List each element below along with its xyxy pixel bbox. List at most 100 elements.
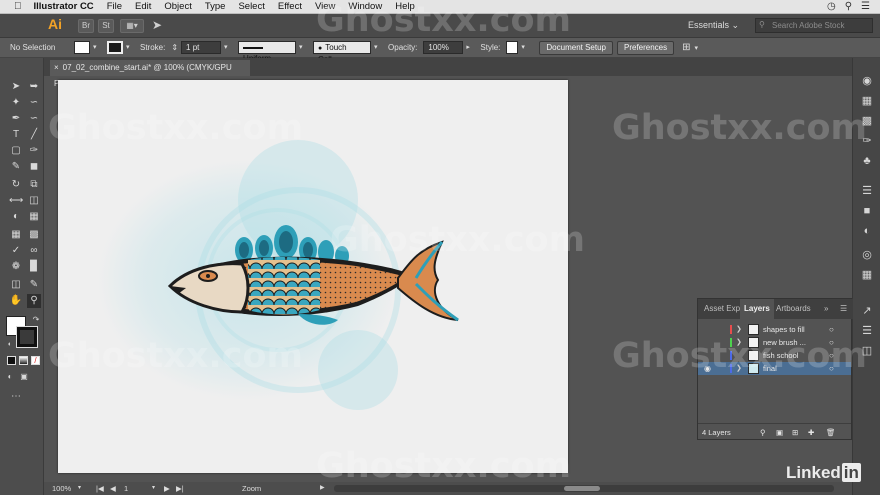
stroke-weight-field[interactable]: 1 pt — [181, 41, 222, 54]
gradient-mode-icon[interactable] — [19, 356, 28, 365]
target-icon[interactable]: ○ — [829, 323, 834, 336]
scrollbar-thumb[interactable] — [564, 486, 600, 491]
graphic-styles-icon[interactable]: ▦ — [860, 268, 874, 282]
selection-tool-icon[interactable]: ➤ — [9, 80, 23, 94]
edit-toolbar-icon[interactable]: ⋯ — [9, 390, 23, 404]
symbol-sprayer-icon[interactable]: ❁ — [9, 260, 23, 274]
menu-edit[interactable]: Edit — [135, 1, 151, 12]
color-guide-icon[interactable]: ◉ — [860, 74, 874, 88]
layer-row[interactable]: ❯ shapes to fill ○ — [698, 323, 851, 336]
scale-tool-icon[interactable]: ⧉ — [27, 178, 41, 192]
zoom-dropdown-icon[interactable]: ▾ — [78, 482, 81, 495]
document-setup-button[interactable]: Document Setup — [539, 40, 613, 55]
new-sublayer-icon[interactable]: ⊞ — [792, 424, 798, 441]
default-colors-icon[interactable]: ◐ — [3, 338, 17, 352]
none-mode-icon[interactable]: / — [31, 356, 40, 365]
paintbrush-icon[interactable]: ✑ — [27, 144, 41, 158]
menu-type[interactable]: Type — [205, 1, 226, 12]
bridge-button[interactable]: Br — [78, 19, 94, 33]
stroke-dropdown[interactable]: ▾ — [126, 41, 134, 54]
fill-dropdown[interactable]: ▾ — [93, 41, 101, 54]
slice-tool-icon[interactable]: ✎ — [27, 278, 41, 292]
layer-name[interactable]: shapes to fill — [763, 323, 805, 336]
mesh-tool-icon[interactable]: ▦ — [9, 228, 23, 242]
appearance-icon[interactable]: ◎ — [860, 248, 874, 262]
stroke-weight-dropdown[interactable]: ▾ — [224, 41, 232, 54]
menu-object[interactable]: Object — [164, 1, 191, 12]
gpu-performance-icon[interactable]: ➤ — [152, 18, 162, 32]
first-artboard-icon[interactable]: |◀ — [96, 482, 104, 495]
color-panel-icon[interactable]: ▦ — [860, 94, 874, 108]
previous-artboard-icon[interactable]: ◀ — [110, 482, 116, 495]
align-icon[interactable]: ⊞ — [682, 42, 690, 53]
lasso-icon[interactable]: ∽ — [27, 96, 41, 110]
opacity-dropdown[interactable]: ▸ — [466, 41, 474, 54]
stroke-swatch[interactable] — [107, 41, 123, 54]
artboard-dropdown-icon[interactable]: ▾ — [152, 482, 155, 495]
perspective-grid-icon[interactable]: ▦ — [27, 210, 41, 224]
notification-center-icon[interactable]: ☰ — [861, 1, 870, 12]
blend-tool-icon[interactable]: ∞ — [27, 244, 41, 258]
status-clock-icon[interactable]: ◷ — [827, 1, 836, 12]
direct-selection-tool-icon[interactable]: ➥ — [27, 80, 41, 94]
last-artboard-icon[interactable]: ▶| — [176, 482, 184, 495]
line-tool-icon[interactable]: ╱ — [27, 128, 41, 142]
tab-artboards[interactable]: Artboards — [772, 299, 815, 319]
magic-wand-icon[interactable]: ✦ — [9, 96, 23, 110]
next-artboard-icon[interactable]: ▶ — [164, 482, 170, 495]
rectangle-tool-icon[interactable]: ▢ — [9, 144, 23, 158]
menu-file[interactable]: File — [107, 1, 122, 12]
draw-normal-icon[interactable]: ◐ — [3, 370, 17, 384]
rotate-tool-icon[interactable]: ↻ — [9, 178, 23, 192]
transparency-icon[interactable]: ◐ — [860, 224, 874, 238]
export-icon[interactable]: ↗ — [860, 304, 874, 318]
variable-width-profile[interactable]: Uniform — [238, 41, 297, 63]
document-tab[interactable]: × 07_02_combine_start.ai* @ 100% (CMYK/GP… — [50, 60, 250, 88]
column-graph-icon[interactable]: ▉ — [27, 260, 41, 274]
shaper-tool-icon[interactable]: ✎ — [9, 160, 23, 174]
color-mode-icon[interactable] — [7, 356, 16, 365]
curvature-tool-icon[interactable]: ∽ — [27, 112, 41, 126]
eyedropper-icon[interactable]: ✓ — [9, 244, 23, 258]
horizontal-scrollbar[interactable] — [334, 485, 834, 492]
type-tool-icon[interactable]: T — [9, 128, 23, 142]
close-icon[interactable]: × — [54, 63, 59, 72]
stock-search-input[interactable]: Search Adobe Stock — [755, 18, 873, 33]
panel-expand-icon[interactable]: » — [820, 299, 832, 319]
style-dropdown[interactable]: ▾ — [521, 41, 529, 54]
symbols-icon[interactable]: ♣ — [860, 154, 874, 168]
hand-tool-icon[interactable]: ✋ — [9, 294, 23, 308]
stroke-panel-icon[interactable]: ☰ — [860, 184, 874, 198]
zoom-level[interactable]: 100% — [52, 482, 71, 495]
chevron-right-icon[interactable]: ❯ — [736, 323, 742, 336]
pen-tool-icon[interactable]: ✒ — [9, 112, 23, 126]
screen-mode-icon[interactable]: ▣ — [17, 370, 31, 384]
gradient-tool-icon[interactable]: ▩ — [27, 228, 41, 242]
fill-swatch[interactable] — [74, 41, 90, 54]
menu-effect[interactable]: Effect — [278, 1, 302, 12]
app-name-menu[interactable]: Illustrator CC — [34, 1, 94, 12]
control-bar-menu-icon[interactable]: ▾ — [695, 44, 699, 52]
stock-button[interactable]: St — [98, 19, 114, 33]
clipping-mask-icon[interactable]: ▣ — [776, 424, 783, 441]
delete-layer-icon[interactable]: 🗑 — [826, 424, 836, 441]
arrange-documents-button[interactable]: ▦▾ — [120, 19, 144, 33]
tab-layers[interactable]: Layers — [740, 299, 774, 319]
preferences-button[interactable]: Preferences — [617, 40, 675, 55]
spotlight-search-icon[interactable]: ⚲ — [845, 1, 852, 12]
brush-dropdown[interactable]: ▾ — [374, 41, 382, 54]
apple-icon[interactable]:  — [14, 1, 22, 12]
panel-menu-icon[interactable]: ☰ — [836, 299, 851, 319]
shape-builder-icon[interactable]: ◐ — [9, 210, 23, 224]
workspace-switcher[interactable]: Essentials ⌄ — [678, 18, 748, 33]
new-layer-icon[interactable]: ✚ — [808, 424, 814, 441]
tab-asset-export[interactable]: Asset Expo — [700, 299, 740, 319]
brush-definition[interactable]: ●Touch Call... — [313, 41, 372, 64]
artboard-tool-icon[interactable]: ◫ — [9, 278, 23, 292]
zoom-tool-icon[interactable]: ⚲ — [27, 294, 41, 308]
free-transform-icon[interactable]: ◫ — [27, 194, 41, 208]
status-mode[interactable]: Zoom — [242, 482, 261, 495]
profile-dropdown[interactable]: ▾ — [299, 41, 307, 54]
opacity-field[interactable]: 100% — [423, 41, 464, 54]
width-tool-icon[interactable]: ⟷ — [9, 194, 23, 208]
